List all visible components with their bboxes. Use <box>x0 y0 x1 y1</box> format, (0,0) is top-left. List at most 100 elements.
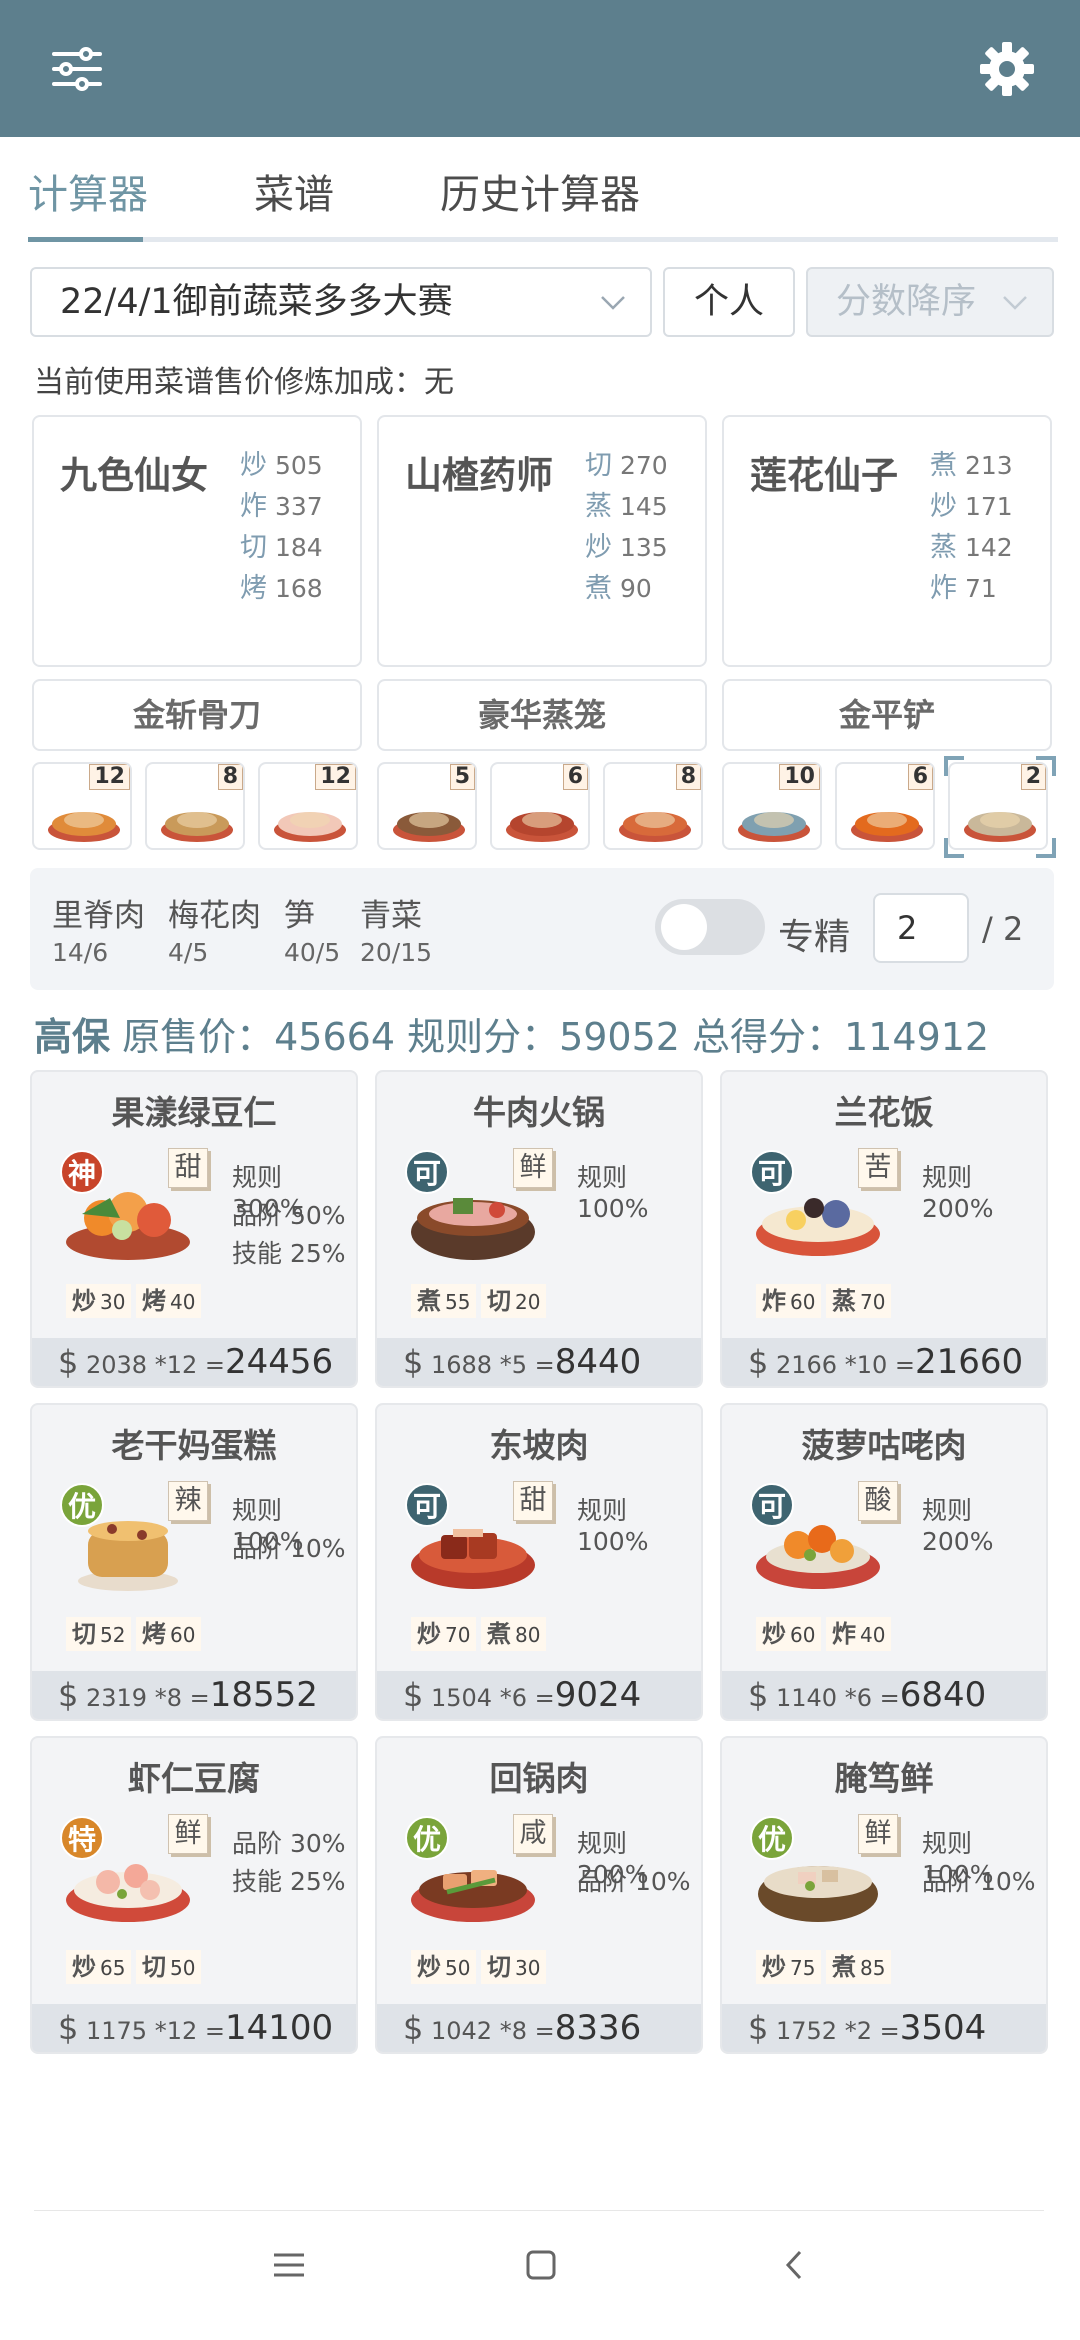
chef-card[interactable]: 莲花仙子 煮 213 炒 171 蒸 142 炸 71 <box>722 415 1052 667</box>
method-skill: 炒 70 <box>411 1617 477 1651</box>
contest-select[interactable]: 22/4/1御前蔬菜多多大赛 <box>30 267 652 337</box>
recipe-card[interactable]: 菠萝咕咾肉可 酸规则 200% 炒 60 炸 40 $ 1140 *6 =6840 <box>720 1403 1048 1721</box>
method-skill: 蒸 70 <box>826 1284 892 1318</box>
home-icon[interactable] <box>516 2240 566 2290</box>
bonus-text: 规则 100% <box>577 1163 649 1223</box>
method-skill: 切 50 <box>136 1950 202 1984</box>
back-icon[interactable] <box>770 2240 820 2290</box>
recipe-card[interactable]: 牛肉火锅可 鲜规则 100% 煮 55 切 20 $ 1688 *5 =8440 <box>375 1070 703 1388</box>
recipe-thumbnail[interactable]: 5 <box>377 762 477 850</box>
rank-badge: 优 <box>750 1816 794 1860</box>
price-row: $ 2038 *12 =24456 <box>32 1338 356 1386</box>
ingredient-count: 20/15 <box>360 938 433 967</box>
recipe-thumbnail[interactable]: 8 <box>145 762 245 850</box>
recipe-card[interactable]: 腌笃鲜优鲜规则 100% 品阶 10% 炒 75 煮 85 $ 1752 *2 =3504 <box>720 1736 1048 2054</box>
recipe-thumbnail[interactable]: 6 <box>835 762 935 850</box>
specialty-toggle[interactable] <box>655 899 765 955</box>
bonus-text: 品阶 10% <box>922 1867 1036 1896</box>
mode-select[interactable]: 个人 <box>663 267 795 337</box>
method-skill: 切 30 <box>481 1950 547 1984</box>
chevron-down-icon <box>601 296 625 310</box>
tab-calculator[interactable]: 计算器 <box>28 162 148 220</box>
dish-icon <box>393 812 465 842</box>
app-header <box>0 0 1080 137</box>
menu-icon[interactable] <box>264 2240 314 2290</box>
toggle-knob <box>661 904 707 950</box>
taste-tag: 咸 <box>513 1814 553 1854</box>
chef-skill: 炸 337 <box>240 491 323 522</box>
recipe-thumbnail[interactable]: 8 <box>603 762 703 850</box>
recipe-card[interactable]: 兰花饭可 苦规则 200% 炸 60 蒸 70 $ 2166 *10 =21660 <box>720 1070 1048 1388</box>
specialty-input[interactable]: 2 <box>873 893 969 963</box>
tab-history[interactable]: 历史计算器 <box>440 162 640 220</box>
method-skill: 炒 60 <box>756 1617 822 1651</box>
bonus-text: 规则 200% <box>922 1163 994 1223</box>
guarantee-label: 高保 <box>34 1015 111 1059</box>
selection-corner <box>944 756 964 776</box>
rank-badge: 优 <box>405 1816 449 1860</box>
chef-skill: 切 270 <box>585 450 668 481</box>
recipe-thumbnail[interactable]: 12 <box>32 762 132 850</box>
method-skill: 切 20 <box>481 1284 547 1318</box>
price-row: $ 1752 *2 =3504 <box>722 2004 1046 2052</box>
sort-select-value: 分数降序 <box>836 282 977 322</box>
nav-divider <box>34 2210 1044 2211</box>
recipe-thumbnail[interactable]: 12 <box>258 762 358 850</box>
method-skill: 切 52 <box>66 1617 132 1651</box>
chevron-down-icon <box>1003 296 1027 310</box>
rank-badge: 可 <box>405 1483 449 1527</box>
chef-card[interactable]: 山楂药师 切 270 蒸 145 炒 135 煮 90 <box>377 415 707 667</box>
chef-name: 九色仙女 <box>60 454 208 497</box>
recipe-card[interactable]: 东坡肉可 甜规则 100% 炒 70 煮 80 $ 1504 *6 =9024 <box>375 1403 703 1721</box>
recipe-card[interactable]: 虾仁豆腐特 鲜品阶 30% 技能 25% 炒 65 切 50 $ 1175 *12 =1410… <box>30 1736 358 2054</box>
rank-badge: 可 <box>405 1150 449 1194</box>
bonus-text: 品阶 50% <box>232 1201 346 1230</box>
tab-recipes[interactable]: 菜谱 <box>254 162 334 220</box>
dish-icon <box>161 812 233 842</box>
dish-icon <box>851 812 923 842</box>
score-text: 原售价：45664 规则分：59052 总得分：114912 <box>122 1015 990 1059</box>
taste-tag: 酸 <box>858 1481 898 1521</box>
taste-tag: 甜 <box>513 1481 553 1521</box>
method-skill: 烤 60 <box>136 1617 202 1651</box>
rank-badge: 可 <box>750 1150 794 1194</box>
specialty-label: 专精 <box>778 917 851 958</box>
recipe-card[interactable]: 老干妈蛋糕优辣规则 100% 品阶 10% 切 52 烤 60 $ 2319 *8 =185… <box>30 1403 358 1721</box>
recipe-thumbnail[interactable]: 10 <box>722 762 822 850</box>
method-skill: 煮 85 <box>826 1950 892 1984</box>
method-skill: 炸 60 <box>756 1284 822 1318</box>
selection-corner <box>1036 838 1056 858</box>
recipe-card[interactable]: 回锅肉优咸规则 200% 品阶 10% 炒 50 切 30 $ 1042 *8 =8336 <box>375 1736 703 2054</box>
thumbnail-count: 8 <box>217 764 243 790</box>
taste-tag: 鲜 <box>513 1148 553 1188</box>
tab-bar: 计算器 菜谱 历史计算器 <box>28 158 1058 242</box>
method-skill: 炒 65 <box>66 1950 132 1984</box>
price-row: $ 1042 *8 =8336 <box>377 2004 701 2052</box>
chef-skill: 蒸 142 <box>930 532 1013 563</box>
gear-icon[interactable] <box>972 34 1042 104</box>
chef-skill: 切 184 <box>240 532 323 563</box>
chef-skill: 煮 90 <box>585 573 652 604</box>
dish-icon <box>48 812 120 842</box>
taste-tag: 鲜 <box>858 1814 898 1854</box>
sort-select[interactable]: 分数降序 <box>806 267 1054 337</box>
method-skill: 煮 80 <box>481 1617 547 1651</box>
sliders-icon[interactable] <box>42 34 112 104</box>
chef-card[interactable]: 九色仙女 炒 505 炸 337 切 184 烤 168 <box>32 415 362 667</box>
chef-skill: 烤 168 <box>240 573 323 604</box>
thumbnail-count: 10 <box>779 764 820 790</box>
price-row: $ 2166 *10 =21660 <box>722 1338 1046 1386</box>
recipe-name: 虾仁豆腐 <box>128 1759 260 1798</box>
recipe-name: 牛肉火锅 <box>473 1093 605 1132</box>
recipe-card[interactable]: 果漾绿豆仁神甜规则 300% 品阶 50% 技能 25% 炒 30 烤 40 $ 2038 *… <box>30 1070 358 1388</box>
price-row: $ 1688 *5 =8440 <box>377 1338 701 1386</box>
tool-slot[interactable]: 金平铲 <box>722 679 1052 751</box>
chef-skill: 炸 71 <box>930 573 997 604</box>
tool-slot[interactable]: 金斩骨刀 <box>32 679 362 751</box>
method-skill: 炸 40 <box>826 1617 892 1651</box>
thumbnail-count: 12 <box>315 764 356 790</box>
selection-corner <box>944 838 964 858</box>
recipe-thumbnail[interactable]: 6 <box>490 762 590 850</box>
thumbnail-count: 6 <box>562 764 588 790</box>
tool-slot[interactable]: 豪华蒸笼 <box>377 679 707 751</box>
